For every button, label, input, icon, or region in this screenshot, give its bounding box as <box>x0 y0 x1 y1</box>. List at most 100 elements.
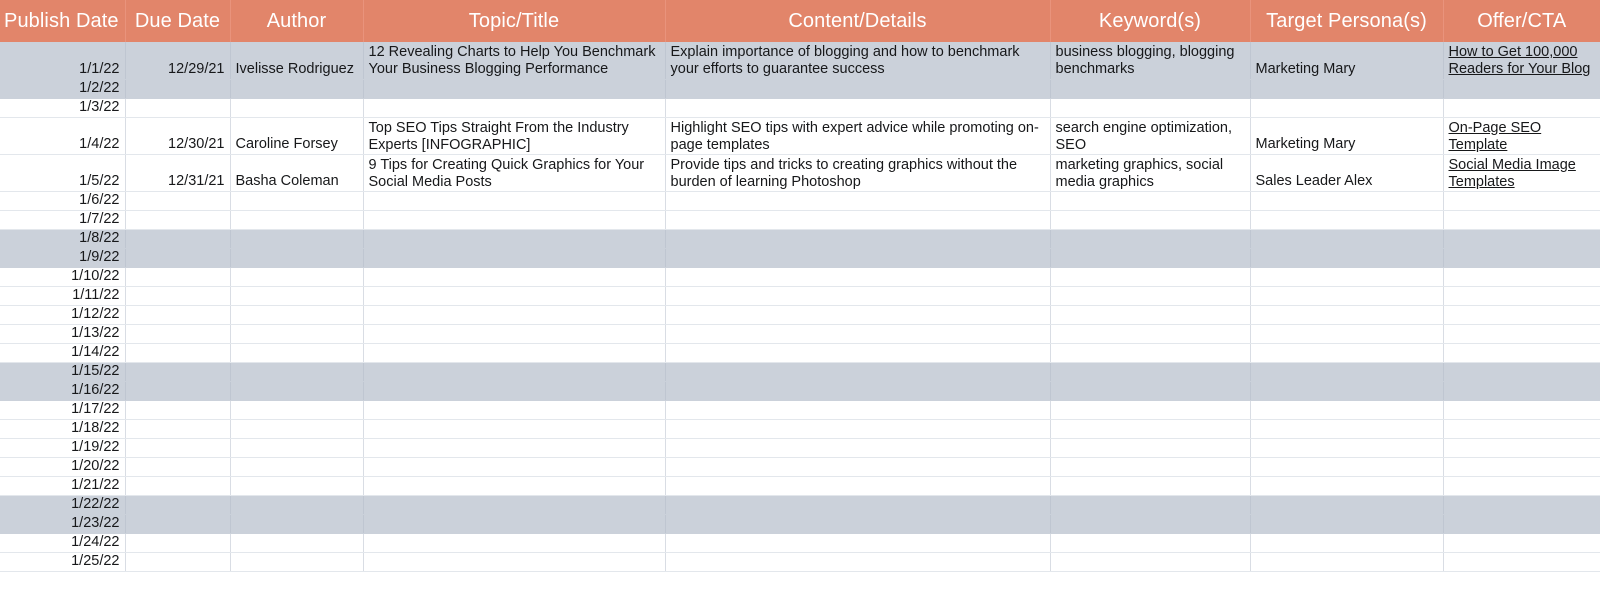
cell-due-date[interactable] <box>125 286 231 306</box>
cell-author[interactable] <box>230 229 364 249</box>
table-row[interactable]: 1/15/22 <box>0 362 1600 382</box>
table-row[interactable]: 1/6/22 <box>0 191 1600 211</box>
cell-author[interactable] <box>230 457 364 477</box>
cell-keywords[interactable] <box>1050 79 1251 99</box>
cell-keywords[interactable] <box>1050 191 1251 211</box>
cell-content[interactable] <box>665 476 1051 496</box>
cell-due-date[interactable] <box>125 400 231 420</box>
cell-author[interactable] <box>230 533 364 553</box>
cell-offer[interactable] <box>1443 419 1600 439</box>
cell-offer[interactable] <box>1443 324 1600 344</box>
cell-author[interactable] <box>230 419 364 439</box>
cell-due-date[interactable] <box>125 419 231 439</box>
cell-topic[interactable] <box>363 533 666 553</box>
cell-due-date[interactable] <box>125 457 231 477</box>
cell-persona[interactable] <box>1250 362 1444 382</box>
cell-content[interactable] <box>665 552 1051 572</box>
cell-due-date[interactable]: 12/30/21 <box>125 117 231 155</box>
table-row[interactable]: 1/16/22 <box>0 381 1600 401</box>
cell-publish-date[interactable]: 1/20/22 <box>0 457 126 477</box>
cell-content[interactable] <box>665 267 1051 287</box>
cell-topic[interactable]: 9 Tips for Creating Quick Graphics for Y… <box>363 154 666 192</box>
cell-persona[interactable] <box>1250 533 1444 553</box>
cell-persona[interactable] <box>1250 343 1444 363</box>
cell-keywords[interactable] <box>1050 400 1251 420</box>
cell-content[interactable] <box>665 400 1051 420</box>
cell-due-date[interactable] <box>125 248 231 268</box>
column-header-content-details[interactable]: Content/Details <box>665 0 1051 42</box>
cell-author[interactable] <box>230 476 364 496</box>
cell-topic[interactable] <box>363 305 666 325</box>
cell-offer[interactable] <box>1443 343 1600 363</box>
cell-content[interactable] <box>665 343 1051 363</box>
editorial-calendar-sheet[interactable]: Publish Date Due Date Author Topic/Title… <box>0 0 1600 591</box>
cell-topic[interactable] <box>363 438 666 458</box>
cell-author[interactable] <box>230 79 364 99</box>
offer-link[interactable]: Social Media Image Templates <box>1449 157 1576 190</box>
cell-persona[interactable] <box>1250 286 1444 306</box>
cell-content[interactable] <box>665 533 1051 553</box>
cell-offer[interactable] <box>1443 305 1600 325</box>
cell-publish-date[interactable]: 1/13/22 <box>0 324 126 344</box>
cell-publish-date[interactable]: 1/2/22 <box>0 79 126 99</box>
cell-keywords[interactable] <box>1050 343 1251 363</box>
cell-due-date[interactable] <box>125 495 231 515</box>
cell-content[interactable]: Explain importance of blogging and how t… <box>665 42 1051 80</box>
cell-topic[interactable] <box>363 324 666 344</box>
cell-publish-date[interactable]: 1/14/22 <box>0 343 126 363</box>
table-row[interactable]: 1/23/22 <box>0 514 1600 534</box>
cell-content[interactable] <box>665 98 1051 118</box>
cell-keywords[interactable] <box>1050 438 1251 458</box>
table-row[interactable]: 1/10/22 <box>0 267 1600 287</box>
cell-keywords[interactable] <box>1050 324 1251 344</box>
cell-persona[interactable] <box>1250 476 1444 496</box>
cell-offer[interactable] <box>1443 362 1600 382</box>
cell-keywords[interactable] <box>1050 229 1251 249</box>
cell-author[interactable] <box>230 438 364 458</box>
table-row[interactable]: 1/9/22 <box>0 248 1600 268</box>
cell-due-date[interactable] <box>125 267 231 287</box>
cell-content[interactable] <box>665 286 1051 306</box>
cell-topic[interactable] <box>363 343 666 363</box>
cell-due-date[interactable] <box>125 191 231 211</box>
cell-topic[interactable] <box>363 98 666 118</box>
cell-publish-date[interactable]: 1/9/22 <box>0 248 126 268</box>
cell-keywords[interactable] <box>1050 419 1251 439</box>
cell-offer[interactable] <box>1443 514 1600 534</box>
cell-offer[interactable] <box>1443 191 1600 211</box>
cell-offer[interactable] <box>1443 476 1600 496</box>
cell-persona[interactable]: Marketing Mary <box>1250 42 1444 80</box>
cell-content[interactable] <box>665 248 1051 268</box>
cell-author[interactable] <box>230 210 364 230</box>
cell-keywords[interactable] <box>1050 362 1251 382</box>
cell-content[interactable] <box>665 324 1051 344</box>
cell-topic[interactable]: Top SEO Tips Straight From the Industry … <box>363 117 666 155</box>
cell-content[interactable] <box>665 210 1051 230</box>
table-row[interactable]: 1/17/22 <box>0 400 1600 420</box>
cell-offer[interactable] <box>1443 495 1600 515</box>
table-row[interactable]: 1/4/22 12/30/21 Caroline Forsey Top SEO Tip… <box>0 117 1600 155</box>
cell-due-date[interactable] <box>125 343 231 363</box>
cell-topic[interactable] <box>363 552 666 572</box>
cell-offer[interactable] <box>1443 229 1600 249</box>
table-row[interactable]: 1/24/22 <box>0 533 1600 553</box>
cell-persona[interactable] <box>1250 248 1444 268</box>
cell-due-date[interactable] <box>125 438 231 458</box>
cell-author[interactable] <box>230 191 364 211</box>
cell-author[interactable]: Ivelisse Rodriguez <box>230 42 364 80</box>
column-header-publish-date[interactable]: Publish Date <box>0 0 126 42</box>
cell-topic[interactable] <box>363 286 666 306</box>
cell-topic[interactable] <box>363 514 666 534</box>
cell-author[interactable] <box>230 286 364 306</box>
cell-publish-date[interactable]: 1/10/22 <box>0 267 126 287</box>
cell-persona[interactable] <box>1250 495 1444 515</box>
cell-keywords[interactable] <box>1050 533 1251 553</box>
column-header-target-persona[interactable]: Target Persona(s) <box>1250 0 1444 42</box>
cell-offer[interactable]: Social Media Image Templates <box>1443 154 1600 192</box>
cell-author[interactable] <box>230 552 364 572</box>
cell-author[interactable]: Basha Coleman <box>230 154 364 192</box>
cell-keywords[interactable]: marketing graphics, social media graphic… <box>1050 154 1251 192</box>
cell-author[interactable] <box>230 267 364 287</box>
cell-persona[interactable] <box>1250 438 1444 458</box>
cell-offer[interactable] <box>1443 457 1600 477</box>
